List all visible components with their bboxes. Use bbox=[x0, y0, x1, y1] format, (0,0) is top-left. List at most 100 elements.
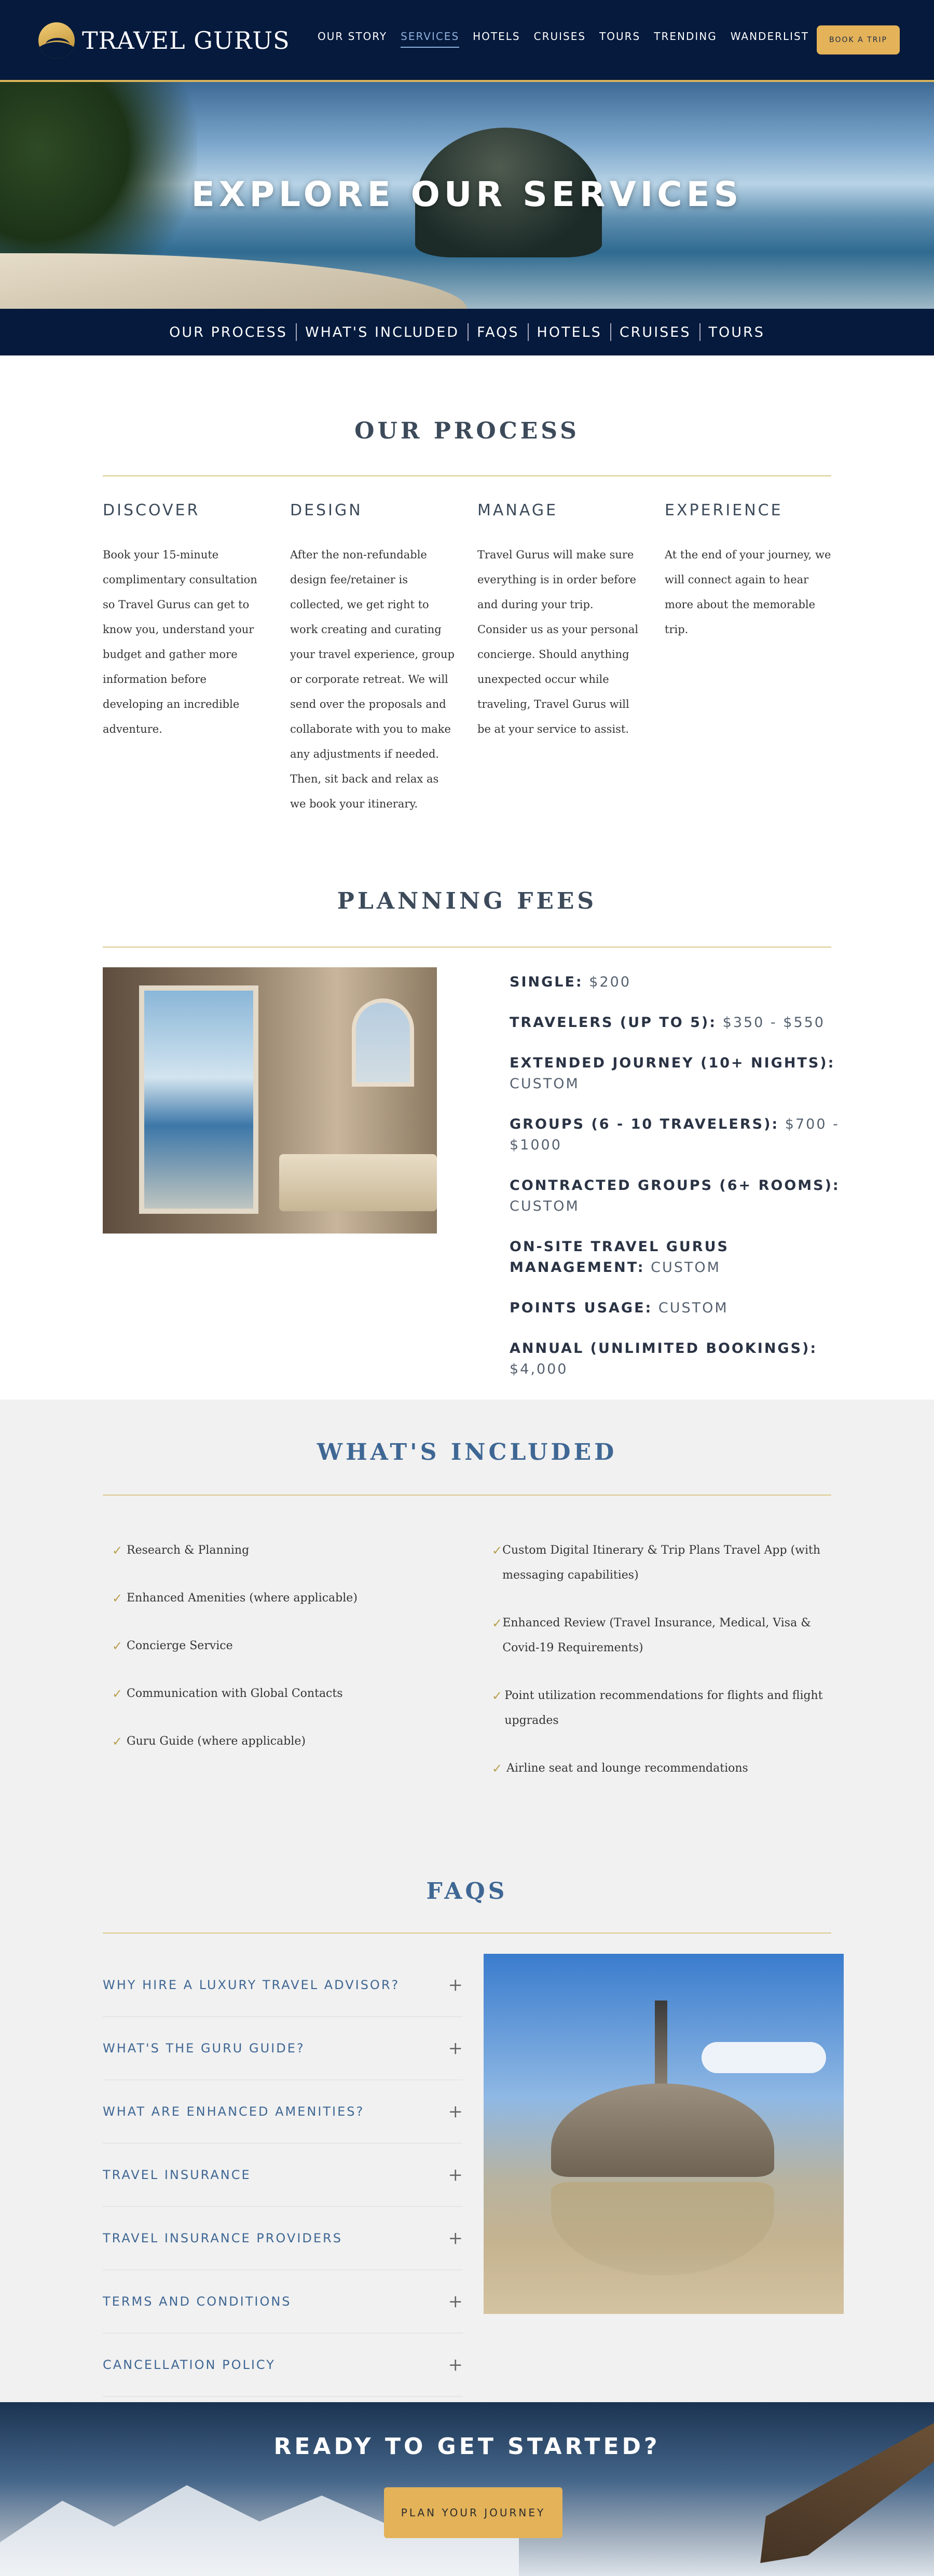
plus-icon[interactable]: + bbox=[448, 2291, 463, 2312]
faq-accordion: WHY HIRE A LUXURY TRAVEL ADVISOR? + WHAT'S… bbox=[103, 1954, 463, 2397]
nav-our-story[interactable]: OUR STORY bbox=[318, 30, 387, 48]
section-link[interactable]: HOTELS bbox=[529, 324, 610, 340]
divider bbox=[103, 947, 831, 948]
list-item: ✓ Custom Digital Itinerary & Trip Plans T… bbox=[483, 1538, 831, 1588]
nav-hotels[interactable]: HOTELS bbox=[473, 30, 520, 48]
nav-cruises[interactable]: CRUISES bbox=[534, 30, 586, 48]
step-title: DESIGN bbox=[290, 501, 363, 519]
faq-item[interactable]: TRAVEL INSURANCE PROVIDERS + bbox=[103, 2207, 463, 2270]
main-nav: OUR STORY SERVICES HOTELS CRUISES TOURS TREND… bbox=[318, 30, 809, 48]
faq-question: WHY HIRE A LUXURY TRAVEL ADVISOR? bbox=[103, 1978, 400, 1992]
list-item: ✓ Enhanced Amenities (where applicable) bbox=[103, 1586, 451, 1611]
step-text: At the end of your journey, we will conn… bbox=[665, 549, 831, 636]
item-text: Custom Digital Itinerary & Trip Plans Tr… bbox=[502, 1544, 821, 1582]
faq-question: TRAVEL INSURANCE PROVIDERS bbox=[103, 2231, 342, 2245]
brand-name: TRAVEL GURUS bbox=[82, 26, 290, 54]
process-step: EXPERIENCE At the end of your journey, we… bbox=[665, 501, 831, 816]
section-link[interactable]: OUR PROCESS bbox=[161, 324, 296, 340]
plus-icon[interactable]: + bbox=[448, 1975, 463, 1995]
fee-item: EXTENDED JOURNEY (10+ NIGHTS): CUSTOM bbox=[510, 1053, 847, 1094]
planning-fees-section: PLANNING FEES SINGLE: $200 TRAVELERS (UP … bbox=[0, 855, 934, 1400]
nav-trending[interactable]: TRENDING bbox=[654, 30, 717, 48]
abbey-island bbox=[551, 2084, 774, 2177]
section-link[interactable]: CRUISES bbox=[611, 324, 699, 340]
faq-question: TRAVEL INSURANCE bbox=[103, 2168, 251, 2182]
plus-icon[interactable]: + bbox=[448, 2101, 463, 2122]
nav-wanderlist[interactable]: WANDERLIST bbox=[731, 30, 809, 48]
fee-value: CUSTOM bbox=[651, 1259, 721, 1276]
checkmark-icon: ✓ bbox=[112, 1687, 123, 1701]
fee-item: ON-SITE TRAVEL GURUS MANAGEMENT: CUSTOM bbox=[510, 1237, 847, 1278]
cloud bbox=[702, 2042, 826, 2073]
list-item: ✓ Concierge Service bbox=[103, 1634, 451, 1659]
fee-label: TRAVELERS (UP TO 5): bbox=[510, 1015, 717, 1031]
faq-item[interactable]: TRAVEL INSURANCE + bbox=[103, 2144, 463, 2207]
faq-item[interactable]: WHAT ARE ENHANCED AMENITIES? + bbox=[103, 2080, 463, 2144]
nav-services[interactable]: SERVICES bbox=[401, 30, 460, 48]
faq-item[interactable]: CANCELLATION POLICY + bbox=[103, 2334, 463, 2397]
checkmark-icon: ✓ bbox=[112, 1639, 123, 1653]
item-text: Research & Planning bbox=[127, 1544, 250, 1557]
fee-value: CUSTOM bbox=[510, 1076, 580, 1092]
section-link[interactable]: FAQS bbox=[469, 324, 527, 340]
fee-label: SINGLE: bbox=[510, 974, 583, 990]
checkmark-icon: ✓ bbox=[112, 1734, 123, 1749]
fee-value: $200 bbox=[589, 974, 631, 990]
fee-label: CONTRACTED GROUPS (6+ ROOMS): bbox=[510, 1177, 840, 1194]
beach-image bbox=[0, 253, 467, 309]
fee-label: EXTENDED JOURNEY (10+ NIGHTS): bbox=[510, 1055, 835, 1071]
plus-icon[interactable]: + bbox=[448, 2354, 463, 2375]
list-item: ✓ Enhanced Review (Travel Insurance, Medi… bbox=[483, 1611, 831, 1661]
mont-saint-michel-image bbox=[484, 1954, 844, 2314]
list-item: ✓ Communication with Global Contacts bbox=[103, 1681, 451, 1706]
plan-journey-button[interactable]: PLAN YOUR JOURNEY bbox=[384, 2487, 562, 2538]
faq-question: WHAT ARE ENHANCED AMENITIES? bbox=[103, 2104, 365, 2119]
book-trip-button[interactable]: BOOK A TRIP bbox=[817, 25, 900, 54]
sofa bbox=[279, 1154, 437, 1211]
checkmark-icon: ✓ bbox=[492, 1543, 503, 1558]
checkmark-icon: ✓ bbox=[492, 1689, 503, 1703]
arched-window bbox=[352, 998, 414, 1087]
section-link[interactable]: TOURS bbox=[700, 324, 773, 340]
item-text: Guru Guide (where applicable) bbox=[127, 1735, 306, 1748]
item-text: Communication with Global Contacts bbox=[127, 1687, 343, 1700]
fee-item: TRAVELERS (UP TO 5): $350 - $550 bbox=[510, 1012, 847, 1033]
section-nav: OUR PROCESS WHAT'S INCLUDED FAQS HOTELS CRUI… bbox=[0, 309, 934, 355]
section-link[interactable]: WHAT'S INCLUDED bbox=[297, 324, 468, 340]
fee-value: CUSTOM bbox=[658, 1300, 729, 1316]
whats-included-section: WHAT'S INCLUDED ✓ Research & Planning ✓ Enh… bbox=[0, 1400, 934, 1847]
faq-item[interactable]: TERMS AND CONDITIONS + bbox=[103, 2270, 463, 2334]
process-step: DESIGN After the non-refundable design fe… bbox=[290, 501, 457, 816]
plus-icon[interactable]: + bbox=[448, 2228, 463, 2249]
step-title: EXPERIENCE bbox=[665, 501, 783, 519]
open-door-view bbox=[139, 985, 258, 1214]
item-text: Airline seat and lounge recommendations bbox=[506, 1762, 748, 1775]
hero: EXPLORE OUR SERVICES bbox=[0, 82, 934, 309]
fee-item: GROUPS (6 - 10 TRAVELERS): $700 - $1000 bbox=[510, 1114, 847, 1156]
faq-item[interactable]: WHY HIRE A LUXURY TRAVEL ADVISOR? + bbox=[103, 1954, 463, 2017]
step-title: MANAGE bbox=[477, 501, 558, 519]
site-header: TRAVEL GURUS OUR STORY SERVICES HOTELS CRUI… bbox=[0, 0, 934, 82]
fee-value: $350 - $550 bbox=[722, 1015, 825, 1031]
step-text: Travel Gurus will make sure everything i… bbox=[477, 549, 639, 735]
section-title: PLANNING FEES bbox=[337, 888, 597, 914]
reflection bbox=[551, 2182, 774, 2276]
faq-question: CANCELLATION POLICY bbox=[103, 2358, 276, 2372]
list-item: ✓ Research & Planning bbox=[103, 1538, 451, 1563]
included-column-right: ✓ Custom Digital Itinerary & Trip Plans T… bbox=[483, 1538, 831, 1804]
included-list: ✓ Research & Planning ✓ Enhanced Amenities … bbox=[103, 1538, 831, 1804]
plus-icon[interactable]: + bbox=[448, 2164, 463, 2185]
faq-question: WHAT'S THE GURU GUIDE? bbox=[103, 2041, 305, 2056]
step-text: Book your 15-minute complimentary consul… bbox=[103, 549, 257, 735]
plus-icon[interactable]: + bbox=[448, 2038, 463, 2059]
nav-tours[interactable]: TOURS bbox=[599, 30, 640, 48]
cta-title: READY TO GET STARTED? bbox=[273, 2433, 661, 2460]
fee-item: ANNUAL (UNLIMITED BOOKINGS): $4,000 bbox=[510, 1338, 847, 1380]
section-title: OUR PROCESS bbox=[354, 418, 580, 444]
fee-label: POINTS USAGE: bbox=[510, 1300, 653, 1316]
faq-item[interactable]: WHAT'S THE GURU GUIDE? + bbox=[103, 2017, 463, 2080]
item-text: Concierge Service bbox=[127, 1639, 233, 1652]
divider bbox=[103, 475, 831, 476]
divider bbox=[103, 1933, 831, 1934]
logo[interactable]: TRAVEL GURUS bbox=[38, 20, 290, 61]
